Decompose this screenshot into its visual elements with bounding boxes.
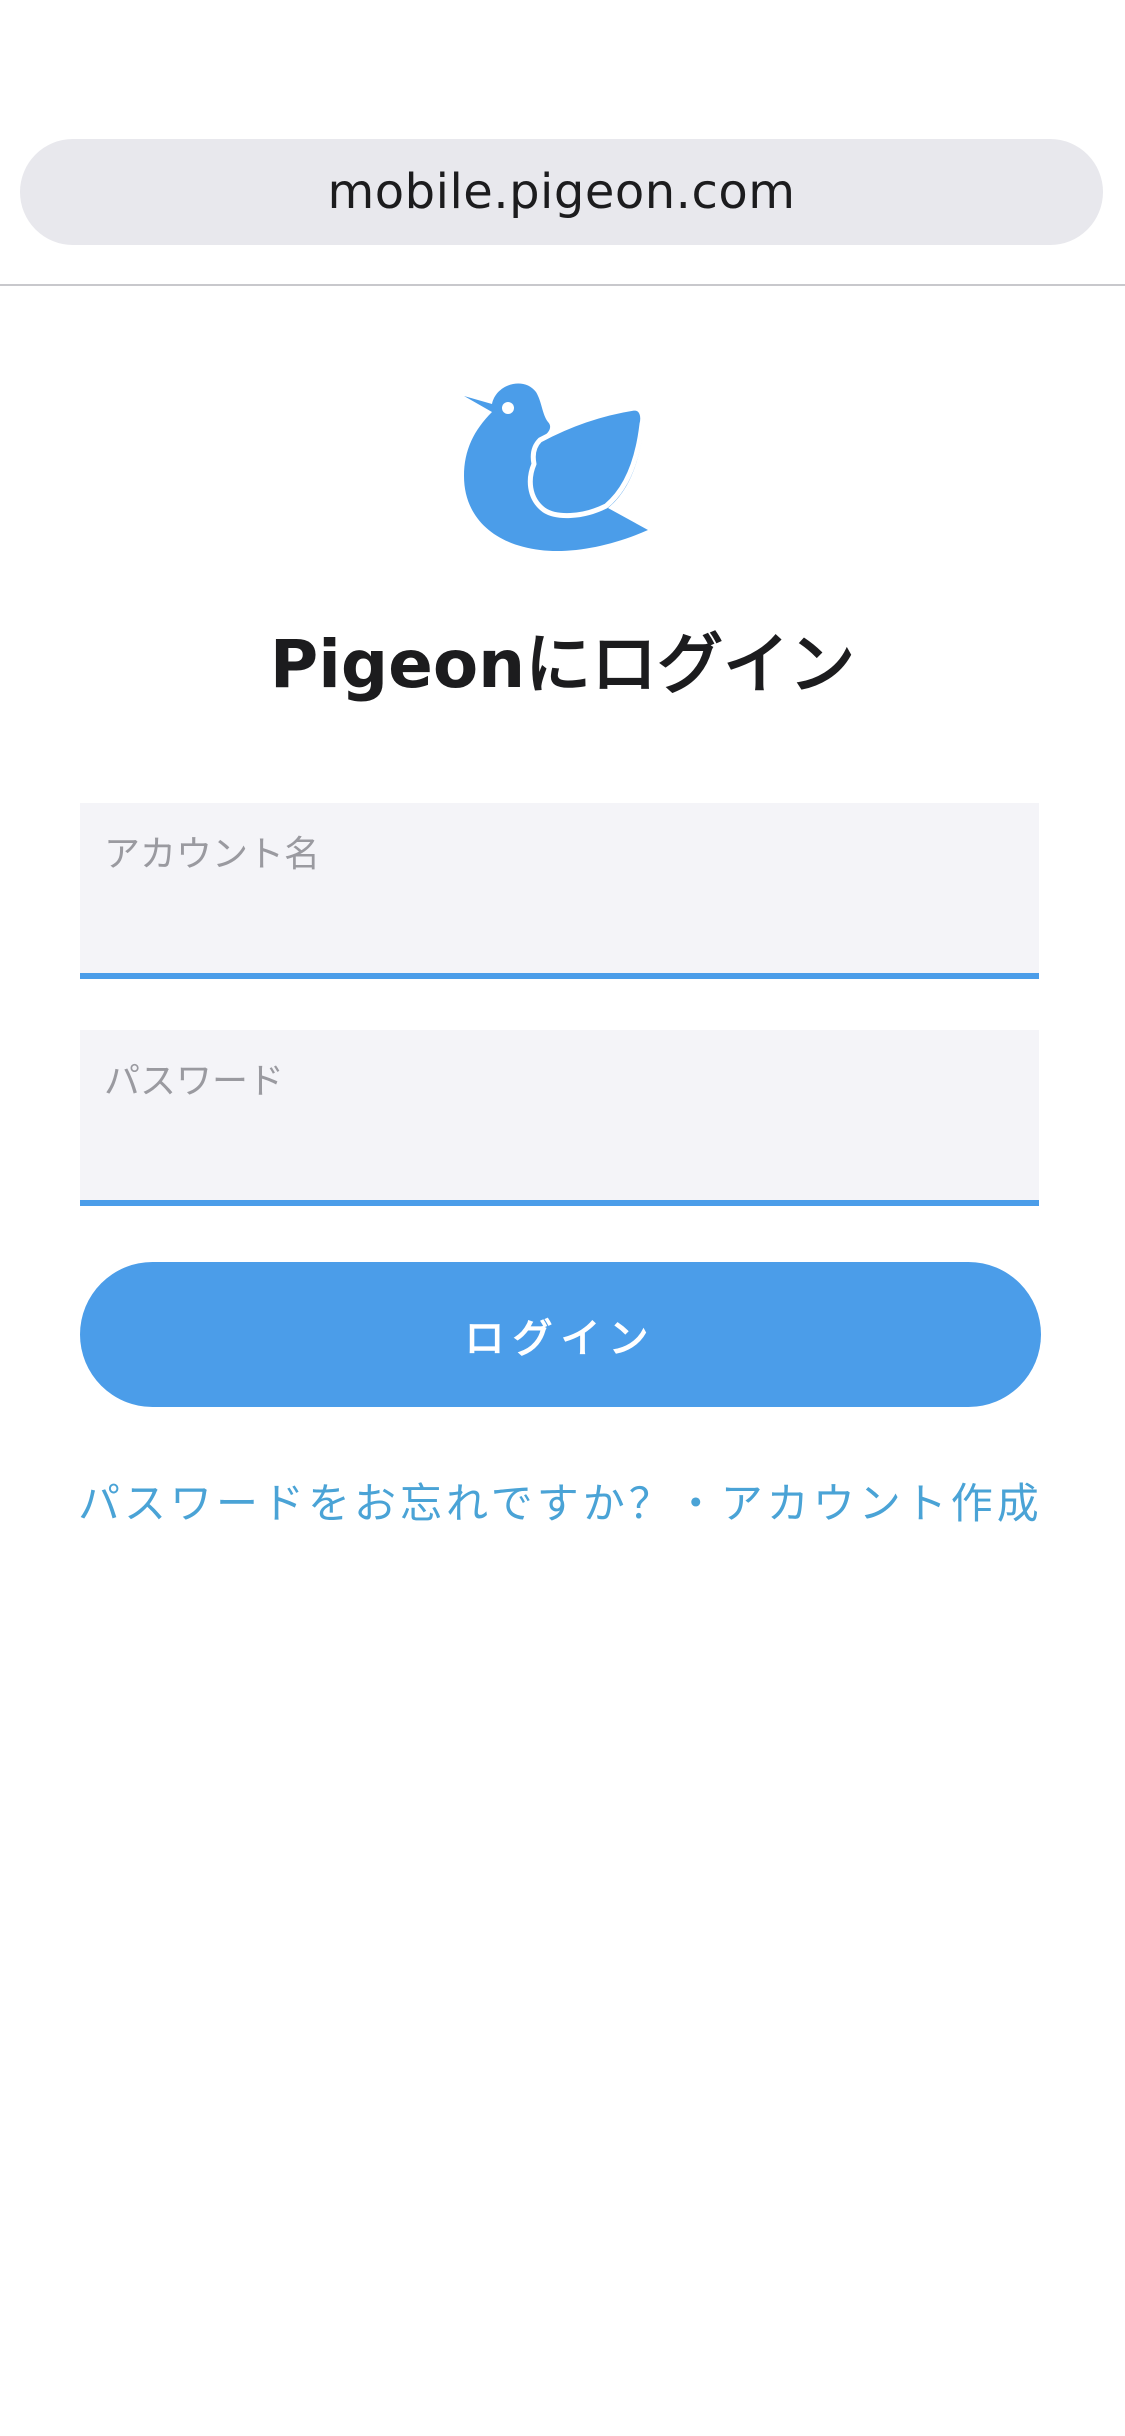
username-label: アカウント名 [104,834,321,875]
link-separator: ・ [674,1479,721,1528]
create-account-link[interactable]: アカウント作成 [721,1479,1043,1528]
password-label: パスワード [104,1061,285,1102]
forgot-password-link[interactable]: パスワードをお忘れですか？ [78,1479,675,1528]
pigeon-bird-icon [462,378,662,558]
url-text: mobile.pigeon.com [327,164,796,220]
url-field[interactable]: mobile.pigeon.com [20,139,1103,245]
username-field[interactable]: アカウント名 [80,803,1039,979]
username-input[interactable] [104,895,1015,955]
browser-address-bar: mobile.pigeon.com [0,0,1125,286]
password-field[interactable]: パスワード [80,1030,1039,1206]
login-button[interactable]: ログイン [80,1262,1041,1407]
password-input[interactable] [104,1122,1015,1182]
page-title: Pigeonにログイン [269,626,856,703]
account-links: パスワードをお忘れですか？・アカウント作成 [78,1474,1048,1534]
